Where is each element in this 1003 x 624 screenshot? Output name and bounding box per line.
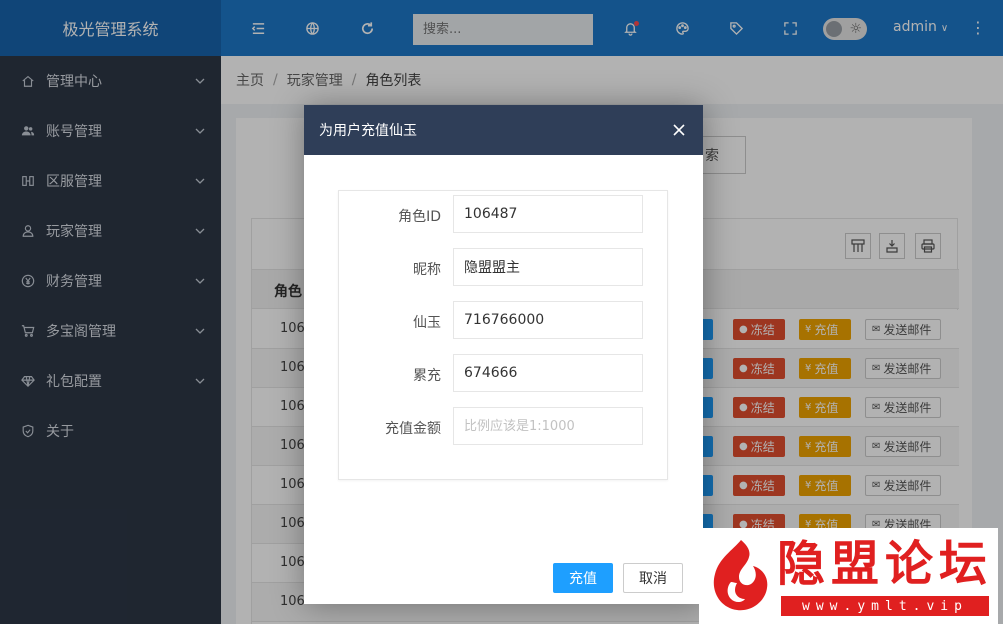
close-icon[interactable] <box>669 120 689 140</box>
watermark: 隐盟论坛 www.ymlt.vip <box>699 528 998 624</box>
nickname-label: 昵称 <box>413 262 441 278</box>
form-row-nickname: 昵称 <box>339 248 669 286</box>
role-id-field[interactable] <box>453 195 643 233</box>
recharge-submit-button[interactable]: 充值 <box>553 563 613 593</box>
dialog-title: 为用户充值仙玉 <box>319 123 417 139</box>
dialog-header: 为用户充值仙玉 <box>304 105 703 155</box>
total-recharge-label: 累充 <box>413 368 441 384</box>
watermark-url: www.ymlt.vip <box>781 596 989 616</box>
form-row-total-recharge: 累充 <box>339 354 669 392</box>
cancel-button[interactable]: 取消 <box>623 563 683 593</box>
jade-label: 仙玉 <box>413 315 441 331</box>
total-recharge-field[interactable] <box>453 354 643 392</box>
jade-field[interactable] <box>453 301 643 339</box>
form-row-role-id: 角色ID <box>339 195 669 233</box>
amount-label: 充值金额 <box>385 421 441 437</box>
role-id-label: 角色ID <box>398 209 441 225</box>
amount-field[interactable] <box>453 407 643 445</box>
form-row-jade: 仙玉 <box>339 301 669 339</box>
watermark-title: 隐盟论坛 <box>777 536 994 592</box>
recharge-dialog: 为用户充值仙玉 角色ID 昵称 仙玉 累充 充值金额 充值 取消 <box>304 105 703 604</box>
recharge-form: 角色ID 昵称 仙玉 累充 充值金额 <box>338 190 668 480</box>
flame-logo <box>713 540 768 611</box>
nickname-field[interactable] <box>453 248 643 286</box>
form-row-amount: 充值金额 <box>339 407 669 445</box>
